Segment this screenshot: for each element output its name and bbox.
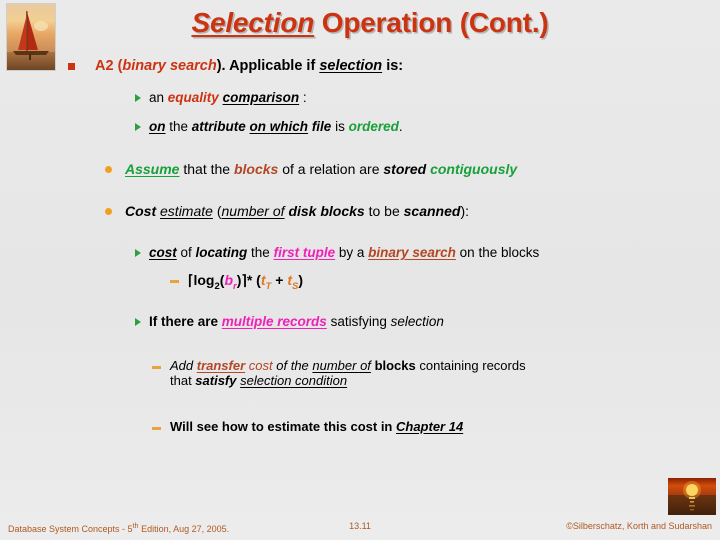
at2-selection-condition: selection condition (240, 373, 348, 388)
formula-tail: ) (298, 272, 304, 288)
at-blocks: blocks (374, 358, 416, 373)
arrow-bullet-icon (135, 318, 141, 326)
assume-word: Assume (125, 161, 180, 177)
assume-of-relation: of a relation are (278, 161, 384, 177)
arrow-bullet-icon (135, 123, 141, 131)
assume-contiguously: contiguously (430, 161, 518, 177)
disk-blocks-word: disk blocks (288, 203, 365, 219)
cost-close: ): (460, 203, 469, 219)
bullet-add-transfer-line2: that satisfy selection condition (170, 373, 697, 388)
attr-file: file (311, 119, 332, 134)
locating-by-a: by a (335, 245, 369, 260)
at2-that: that (170, 373, 196, 388)
slide-canvas: Selection Operation (Cont.) A2 (binary s… (0, 0, 720, 540)
mr-selection: selection (390, 314, 444, 329)
number-of-word: number of (221, 203, 285, 219)
footer-copyright: ©Silberschatz, Korth and Sudarshan (566, 521, 712, 531)
formula-binary-search-cost: ⌈log2(br)⌉* (tT + tS) (170, 272, 570, 292)
attr-ordered: ordered (348, 119, 399, 134)
attr-the: the (165, 119, 192, 134)
mr-satisfying: satisfying (326, 314, 391, 329)
locating-of: of (176, 245, 196, 260)
dash-bullet-icon (170, 280, 179, 283)
first-tuple-word: first tuple (273, 245, 336, 260)
round-bullet-icon (105, 208, 112, 215)
a2-binary-search: binary search (122, 58, 217, 74)
bullet-multiple-records: If there are multiple records satisfying… (135, 314, 695, 329)
mr-multiple-records: multiple records (221, 314, 327, 329)
bullet-assume-text: Assume that the blocks of a relation are… (125, 161, 705, 177)
formula-log: log (193, 272, 215, 288)
bullet-attribute-ordered: on the attribute on which file is ordere… (135, 119, 695, 134)
at-cost: cost (248, 358, 273, 373)
slide-title: Selection Operation (Cont.) (60, 7, 680, 39)
slide-title-emphasis: Selection (191, 7, 315, 38)
bullet-assume-contiguous: Assume that the blocks of a relation are… (105, 161, 705, 177)
attr-period: . (398, 119, 403, 134)
ch-lead: Will see how to estimate this cost in (170, 419, 396, 434)
bullet-attribute-text: on the attribute on which file is ordere… (149, 119, 695, 134)
attr-on-which: on which (249, 119, 309, 134)
slide-title-rest: Operation (Cont.) (314, 7, 549, 38)
binary-search-word: binary search (368, 245, 456, 260)
comparison-word: comparison (222, 90, 300, 105)
scanned-word: scanned (403, 203, 461, 219)
cost-paren: ( (212, 203, 222, 219)
bullet-cost-locating: cost of locating the first tuple by a bi… (135, 245, 695, 260)
bullet-equality-text: an equality comparison : (149, 90, 695, 105)
locating-cost: cost (149, 245, 177, 260)
sailboat-sunset-image (6, 3, 56, 71)
arrow-bullet-icon (135, 249, 141, 257)
bullet-cost-estimate-text: Cost estimate (number of disk blocks to … (125, 203, 705, 219)
bullet-cost-locating-text: cost of locating the first tuple by a bi… (149, 245, 695, 260)
formula-var-b: b (224, 272, 233, 288)
attr-on: on (149, 119, 166, 134)
slide-footer: Database System Concepts - 5th Edition, … (0, 521, 720, 537)
equality-an: an (149, 90, 168, 105)
cost-tobe: to be (364, 203, 404, 219)
ch-chapter-14: Chapter 14 (395, 419, 464, 434)
equality-colon: : (299, 90, 307, 105)
sunset-over-water-image (668, 478, 716, 515)
at-of-the: of the (272, 358, 313, 373)
bullet-cost-estimate: Cost estimate (number of disk blocks to … (105, 203, 705, 219)
a2-is: is: (382, 58, 404, 74)
bullet-add-transfer-cost: Add transfer cost of the number of block… (152, 358, 697, 388)
bullet-a2-text: A2 (binary search). Applicable if select… (95, 58, 688, 74)
assume-that-the: that the (179, 161, 234, 177)
bullet-equality-comparison: an equality comparison : (135, 90, 695, 105)
assume-stored: stored (383, 161, 427, 177)
bullet-multiple-records-text: If there are multiple records satisfying… (149, 314, 695, 329)
square-bullet-icon (68, 63, 75, 70)
bullet-chapter-text: Will see how to estimate this cost in Ch… (170, 419, 697, 434)
a2-applicable: ). Applicable if (216, 58, 320, 74)
formula-plus: + (271, 272, 288, 288)
round-bullet-icon (105, 166, 112, 173)
cost-word: Cost (125, 203, 157, 219)
arrow-bullet-icon (135, 94, 141, 102)
formula-times: * ( (246, 272, 261, 288)
locating-the: the (247, 245, 274, 260)
attr-is: is (331, 119, 349, 134)
bullet-add-transfer-text: Add transfer cost of the number of block… (170, 358, 697, 373)
at-number-of: number of (312, 358, 371, 373)
attr-attribute: attribute (191, 119, 246, 134)
formula-text: ⌈log2(br)⌉* (tT + tS) (188, 272, 570, 292)
locating-word: locating (195, 245, 248, 260)
bullet-chapter-reference: Will see how to estimate this cost in Ch… (152, 419, 697, 434)
assume-blocks: blocks (233, 161, 279, 177)
at-transfer: transfer (196, 358, 246, 373)
equality-word: equality (167, 90, 219, 105)
at-containing-records: containing records (415, 358, 526, 373)
a2-label: A2 ( (95, 58, 123, 74)
locating-on-blocks: on the blocks (455, 245, 540, 260)
at2-satisfy: satisfy (195, 373, 237, 388)
mr-if-there-are: If there are (149, 314, 222, 329)
at-add: Add (170, 358, 197, 373)
dash-bullet-icon (152, 366, 161, 369)
a2-selection: selection (319, 58, 383, 74)
bullet-a2-binary-search: A2 (binary search). Applicable if select… (68, 58, 688, 74)
estimate-word: estimate (160, 203, 213, 219)
dash-bullet-icon (152, 427, 161, 430)
